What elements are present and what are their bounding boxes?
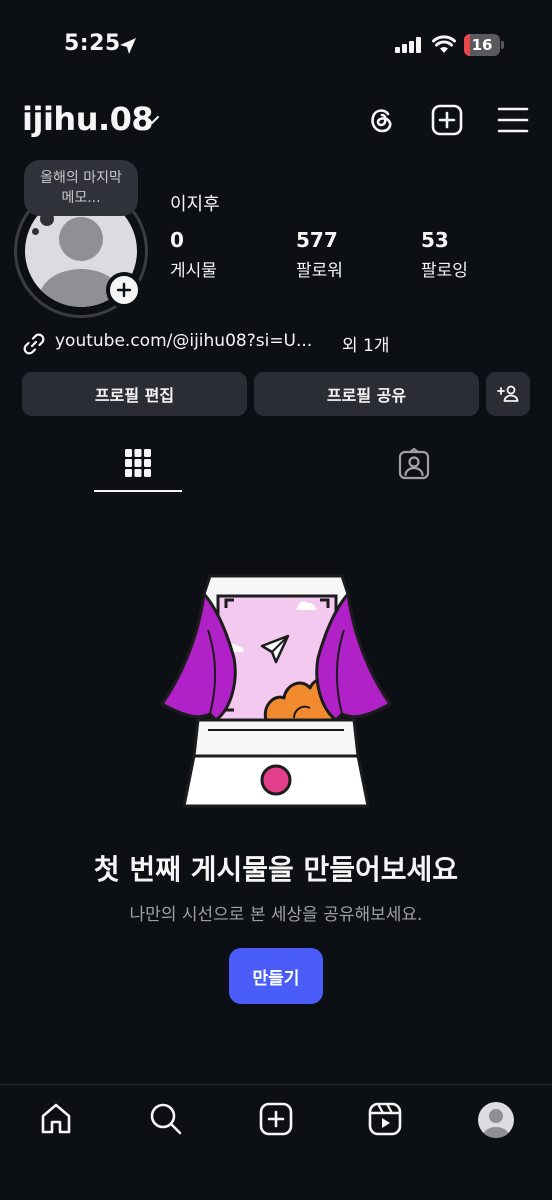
note-bubble-tail-small xyxy=(32,228,39,235)
note-bubble[interactable]: 올해의 마지막 메모... xyxy=(24,160,138,216)
edit-profile-button[interactable]: 프로필 편집 xyxy=(22,372,247,416)
home-icon[interactable] xyxy=(39,1102,73,1136)
following-stat[interactable]: 53 팔로잉 xyxy=(421,228,468,281)
empty-state-title: 첫 번째 게시물을 만들어보세요 xyxy=(93,853,459,886)
display-name: 이지후 xyxy=(170,194,220,215)
empty-state-subtitle: 나만의 시선으로 본 세상을 공유해보세요. xyxy=(129,905,423,925)
add-story-button[interactable] xyxy=(106,272,142,308)
nav-divider xyxy=(0,1084,552,1085)
threads-icon[interactable] xyxy=(365,104,397,136)
plus-icon xyxy=(116,282,132,298)
more-links[interactable]: 외 1개 xyxy=(342,331,390,356)
add-person-icon xyxy=(497,385,519,402)
grid-icon[interactable] xyxy=(124,448,152,478)
create-post-button[interactable]: 만들기 xyxy=(229,948,323,1004)
default-avatar-icon xyxy=(483,1109,509,1138)
followers-stat[interactable]: 577 팔로워 xyxy=(296,228,343,281)
posts-stat[interactable]: 0 게시물 xyxy=(170,228,217,281)
profile-avatar-nav[interactable] xyxy=(478,1102,514,1138)
following-count: 53 xyxy=(421,228,449,252)
wifi-icon xyxy=(432,35,456,53)
camera-illustration xyxy=(160,574,392,808)
status-time: 5:25 xyxy=(64,31,121,56)
cellular-signal-icon xyxy=(395,37,421,53)
active-tab-indicator xyxy=(94,490,182,492)
hamburger-menu-icon[interactable] xyxy=(497,106,529,134)
reels-icon[interactable] xyxy=(368,1102,402,1136)
followers-label: 팔로워 xyxy=(296,261,343,281)
username-switcher[interactable]: ijihu.08 xyxy=(22,100,154,138)
location-arrow-icon xyxy=(120,38,136,54)
chevron-down-icon[interactable] xyxy=(144,112,160,128)
note-line-1: 올해의 마지막 xyxy=(40,170,122,186)
new-post-icon[interactable] xyxy=(431,104,463,136)
followers-count: 577 xyxy=(296,228,338,252)
discover-people-button[interactable] xyxy=(486,372,530,416)
battery-percent: 16 xyxy=(471,36,493,54)
share-profile-button[interactable]: 프로필 공유 xyxy=(254,372,479,416)
link-icon xyxy=(23,333,45,355)
battery-indicator: 16 xyxy=(464,34,504,56)
following-label: 팔로잉 xyxy=(421,261,468,281)
posts-count: 0 xyxy=(170,228,184,252)
note-line-2: 메모... xyxy=(61,190,101,206)
profile-link[interactable]: youtube.com/@ijihu08?si=U... xyxy=(55,331,312,351)
create-icon[interactable] xyxy=(259,1102,293,1136)
posts-label: 게시물 xyxy=(170,261,217,281)
search-icon[interactable] xyxy=(149,1102,183,1136)
tagged-person-icon[interactable] xyxy=(398,448,430,480)
